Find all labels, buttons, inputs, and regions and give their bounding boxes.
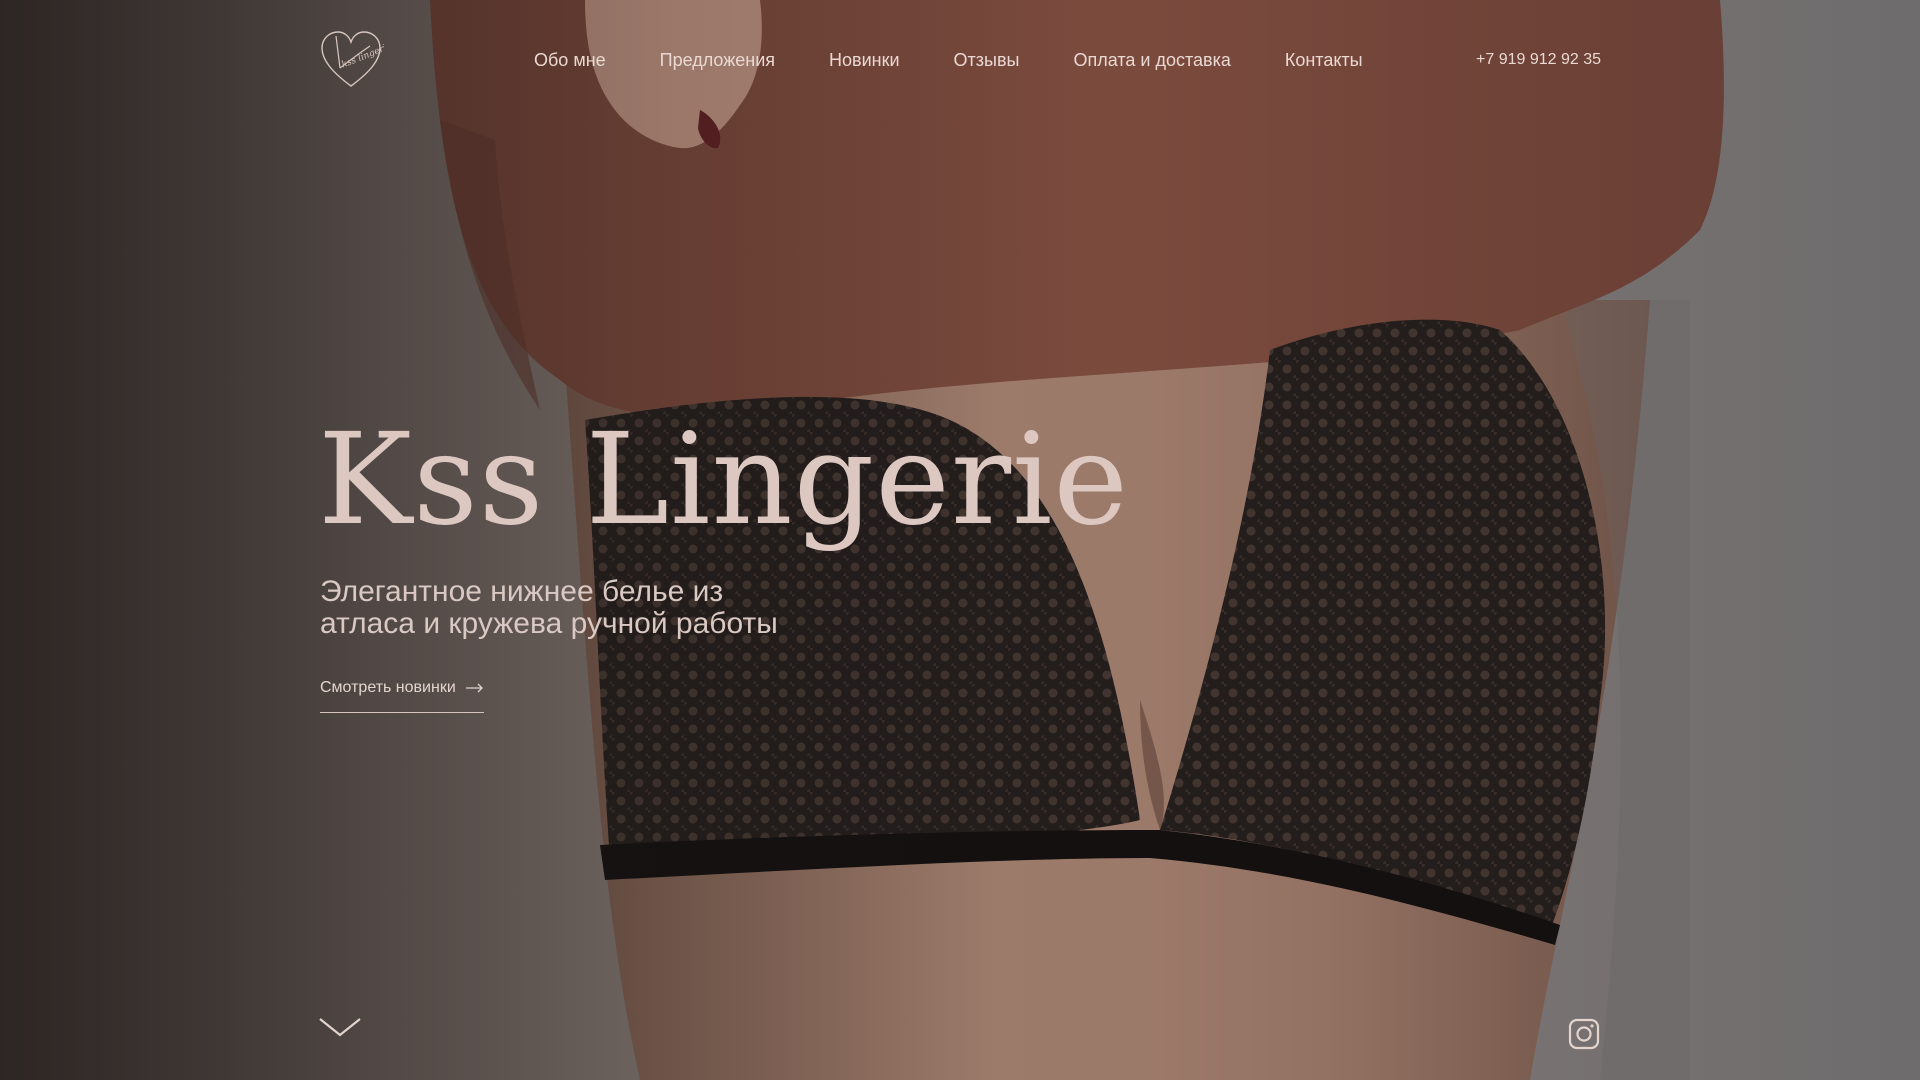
chevron-down-icon[interactable]	[318, 1016, 362, 1040]
nav-item-contacts[interactable]: Контакты	[1285, 48, 1363, 72]
arrow-right-icon	[465, 683, 483, 693]
page-title: Kss Lingerie	[318, 406, 1129, 553]
nav-item-offers[interactable]: Предложения	[660, 48, 775, 72]
nav-item-new[interactable]: Новинки	[829, 48, 900, 72]
nav-item-reviews[interactable]: Отзывы	[954, 48, 1020, 72]
view-new-arrivals-button[interactable]: Смотреть новинки	[320, 676, 484, 713]
logo-heart-icon[interactable]: kss lingerie	[318, 28, 384, 90]
tagline-line-2: атласа и кружева ручной работы	[320, 607, 778, 640]
logo-text: kss lingerie	[340, 41, 384, 70]
nav-item-payment-delivery[interactable]: Оплата и доставка	[1073, 48, 1230, 72]
hero-section: kss lingerie Обо мне Предложения Новинки…	[0, 0, 1920, 1080]
nav-item-about[interactable]: Обо мне	[534, 48, 606, 72]
cta-label: Смотреть новинки	[320, 679, 456, 696]
tagline-line-1: Элегантное нижнее белье из	[320, 575, 724, 608]
hero-tagline: Элегантное нижнее белье из атласа и круж…	[320, 576, 880, 640]
instagram-icon[interactable]	[1568, 1018, 1600, 1050]
phone-link[interactable]: +7 919 912 92 35	[1476, 48, 1601, 72]
main-nav: Обо мне Предложения Новинки Отзывы Оплат…	[534, 48, 1363, 72]
